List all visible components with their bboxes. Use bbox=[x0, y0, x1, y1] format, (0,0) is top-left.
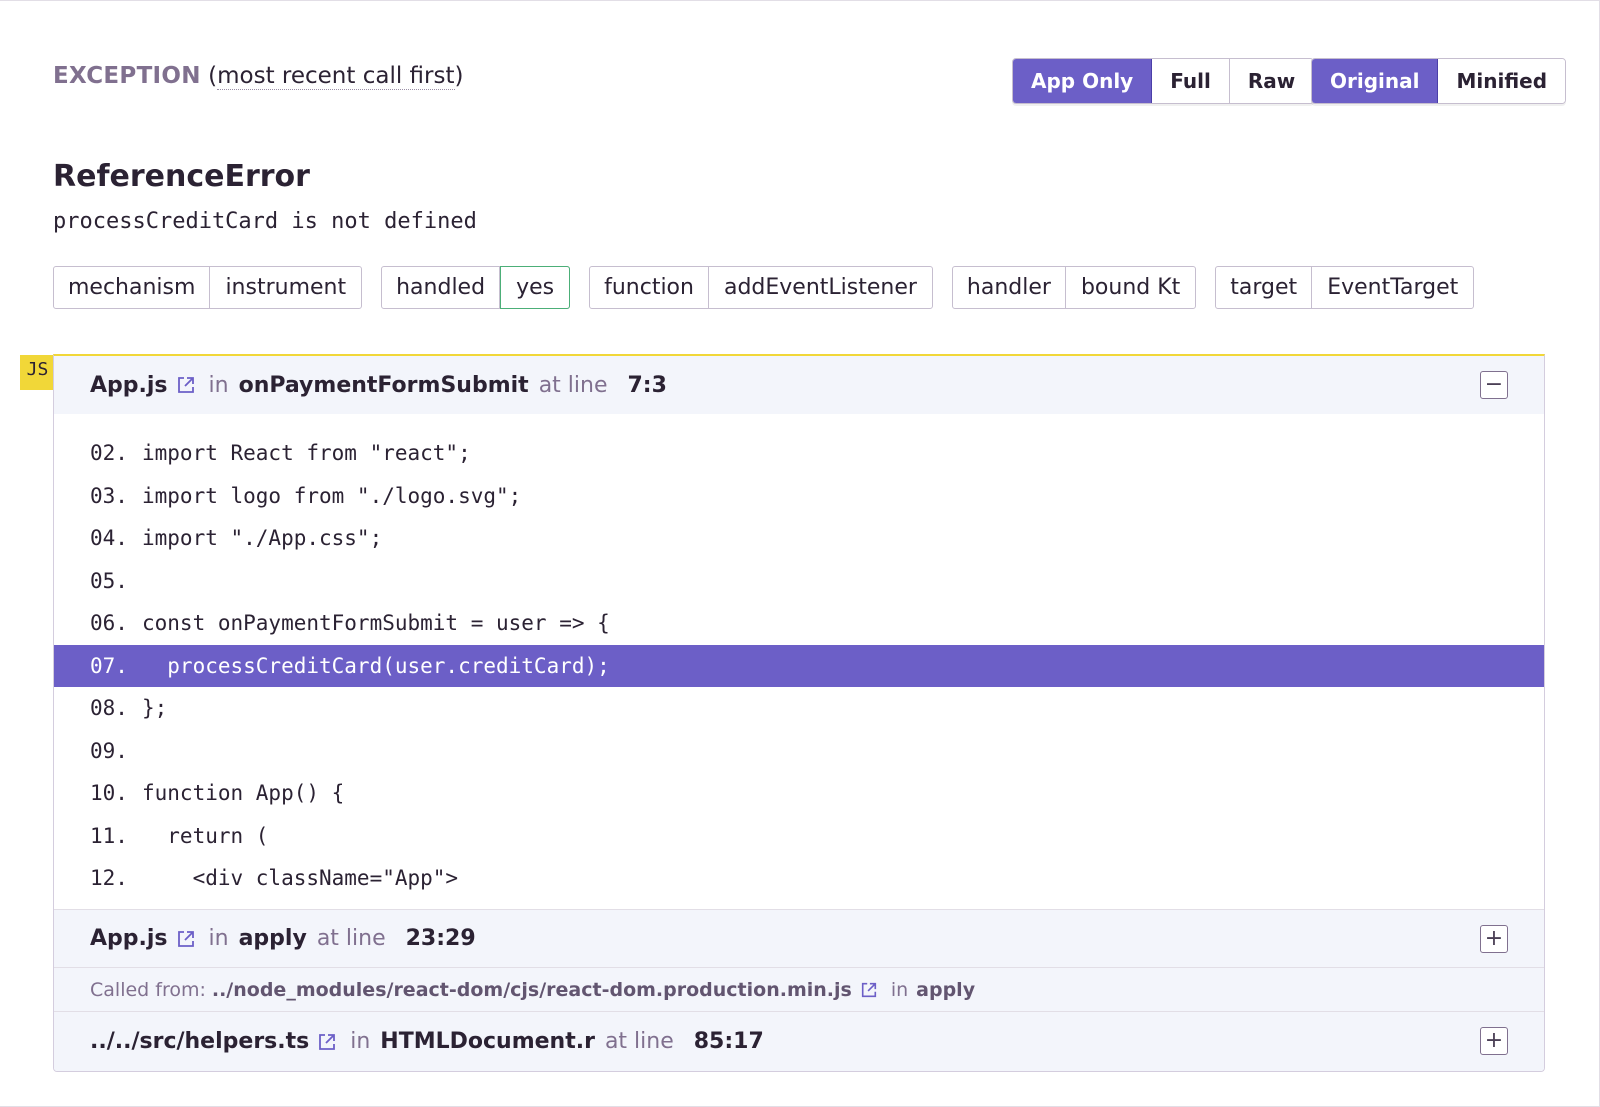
frame-function: HTMLDocument.r bbox=[380, 1029, 595, 1054]
called-from-label: Called from: bbox=[90, 978, 206, 1001]
at-line-label: at line bbox=[604, 1029, 674, 1054]
paren-open: ( bbox=[208, 63, 218, 89]
error-message: processCreditCard is not defined bbox=[53, 209, 477, 234]
code-line: 03. import logo from "./logo.svg"; bbox=[54, 475, 1544, 518]
in-label: in bbox=[350, 1029, 371, 1054]
exception-header: EXCEPTION (most recent call first) bbox=[53, 63, 464, 90]
code-line: 09. bbox=[54, 730, 1544, 773]
frame-filename: App.js bbox=[90, 926, 168, 951]
line-code: import logo from "./logo.svg"; bbox=[142, 483, 522, 508]
exception-panel: EXCEPTION (most recent call first) App O… bbox=[0, 0, 1600, 1107]
external-link-icon[interactable] bbox=[176, 929, 196, 949]
code-line: 10. function App() { bbox=[54, 772, 1544, 815]
tag-mechanism[interactable]: mechanism instrument bbox=[53, 266, 363, 309]
line-number: 06. bbox=[90, 611, 128, 636]
line-number: 12. bbox=[90, 866, 128, 891]
code-context: 02. import React from "react"; 03. import … bbox=[54, 414, 1544, 909]
frame-header[interactable]: App.js in apply at line 23:29 + bbox=[54, 909, 1544, 967]
line-code: import "./App.css"; bbox=[142, 526, 383, 551]
line-code: function App() { bbox=[142, 781, 345, 806]
code-line: 11. return ( bbox=[54, 815, 1544, 858]
raw-button[interactable]: Raw bbox=[1229, 59, 1314, 103]
code-line: 08.}; bbox=[54, 687, 1544, 730]
tag-value: yes bbox=[500, 266, 571, 309]
at-line-label: at line bbox=[316, 926, 386, 951]
line-number: 07. bbox=[90, 653, 128, 678]
minus-icon: − bbox=[1484, 372, 1504, 397]
line-number: 09. bbox=[90, 738, 128, 763]
called-from-path: ../node_modules/react-dom/cjs/react-dom.… bbox=[211, 978, 852, 1001]
frame-position: 23:29 bbox=[405, 926, 476, 951]
called-from-function: apply bbox=[916, 978, 976, 1001]
line-code: const onPaymentFormSubmit = user => { bbox=[142, 611, 610, 636]
frame-position: 7:3 bbox=[627, 372, 667, 398]
code-line: 04. import "./App.css"; bbox=[54, 517, 1544, 560]
tag-key: handled bbox=[382, 267, 501, 308]
tag-key: mechanism bbox=[54, 267, 211, 308]
paren-close: ) bbox=[454, 63, 464, 89]
plus-icon: + bbox=[1484, 1028, 1504, 1053]
tag-handler[interactable]: handler bound Kt bbox=[951, 266, 1197, 309]
line-number: 10. bbox=[90, 781, 128, 806]
tag-value: bound Kt bbox=[1080, 275, 1181, 300]
frame-position: 85:17 bbox=[693, 1029, 764, 1054]
frame-function: apply bbox=[238, 926, 307, 951]
tag-value: addEventListener bbox=[723, 275, 917, 300]
line-number: 08. bbox=[90, 696, 128, 721]
code-line: 02. import React from "react"; bbox=[54, 432, 1544, 475]
line-number: 04. bbox=[90, 526, 128, 551]
line-code: import React from "react"; bbox=[142, 441, 471, 466]
view-toggle-group: App Only Full Raw bbox=[1012, 58, 1315, 104]
source-toggle-group: Original Minified bbox=[1311, 58, 1567, 104]
exception-label: EXCEPTION bbox=[53, 63, 201, 89]
frame-header[interactable]: App.js in onPaymentFormSubmit at line 7:… bbox=[54, 356, 1544, 414]
tag-function[interactable]: function addEventListener bbox=[589, 266, 933, 309]
external-link-icon[interactable] bbox=[176, 375, 196, 395]
error-type: ReferenceError bbox=[53, 159, 310, 194]
exception-subtitle[interactable]: most recent call first bbox=[217, 63, 455, 90]
code-line-active: 07. processCreditCard(user.creditCard); bbox=[54, 644, 1544, 687]
full-button[interactable]: Full bbox=[1152, 59, 1230, 103]
line-code: }; bbox=[142, 696, 168, 721]
tag-key: handler bbox=[953, 267, 1066, 308]
tag-list: mechanism instrument handled yes functio… bbox=[53, 266, 1475, 309]
tag-value: instrument bbox=[225, 275, 347, 300]
frame-header[interactable]: ../../src/helpers.ts in HTMLDocument.r a… bbox=[54, 1011, 1544, 1071]
at-line-label: at line bbox=[538, 372, 608, 398]
expand-button[interactable]: + bbox=[1480, 1027, 1508, 1055]
in-label: in bbox=[208, 372, 229, 398]
line-number: 11. bbox=[90, 823, 128, 848]
expand-button[interactable]: + bbox=[1480, 925, 1508, 953]
code-line: 06. const onPaymentFormSubmit = user => { bbox=[54, 602, 1544, 645]
tag-value: EventTarget bbox=[1327, 275, 1459, 300]
frame-filename: App.js bbox=[90, 372, 168, 398]
tag-handled[interactable]: handled yes bbox=[381, 266, 571, 309]
frame-filename: ../../src/helpers.ts bbox=[90, 1029, 310, 1054]
stacktrace-frames: App.js in onPaymentFormSubmit at line 7:… bbox=[53, 354, 1545, 1072]
called-from-row: Called from: ../node_modules/react-dom/c… bbox=[54, 967, 1544, 1011]
platform-badge: JS bbox=[20, 355, 55, 390]
collapse-button[interactable]: − bbox=[1480, 371, 1508, 399]
tag-key: target bbox=[1216, 267, 1313, 308]
original-button[interactable]: Original bbox=[1312, 59, 1439, 103]
line-code: processCreditCard(user.creditCard); bbox=[142, 653, 610, 678]
plus-icon: + bbox=[1484, 926, 1504, 951]
external-link-icon[interactable] bbox=[317, 1032, 337, 1052]
minified-button[interactable]: Minified bbox=[1438, 59, 1566, 103]
line-number: 05. bbox=[90, 568, 128, 593]
tag-key: function bbox=[590, 267, 709, 308]
code-line: 12. <div className="App"> bbox=[54, 857, 1544, 900]
app-only-button[interactable]: App Only bbox=[1013, 59, 1153, 103]
line-number: 03. bbox=[90, 483, 128, 508]
frame-function: onPaymentFormSubmit bbox=[238, 372, 529, 398]
line-code: <div className="App"> bbox=[142, 866, 459, 891]
line-code: return ( bbox=[142, 823, 269, 848]
tag-target[interactable]: target EventTarget bbox=[1215, 266, 1475, 309]
line-number: 02. bbox=[90, 441, 128, 466]
in-label: in bbox=[208, 926, 229, 951]
external-link-icon[interactable] bbox=[860, 981, 878, 999]
in-label: in bbox=[890, 978, 909, 1001]
code-line: 05. bbox=[54, 560, 1544, 603]
